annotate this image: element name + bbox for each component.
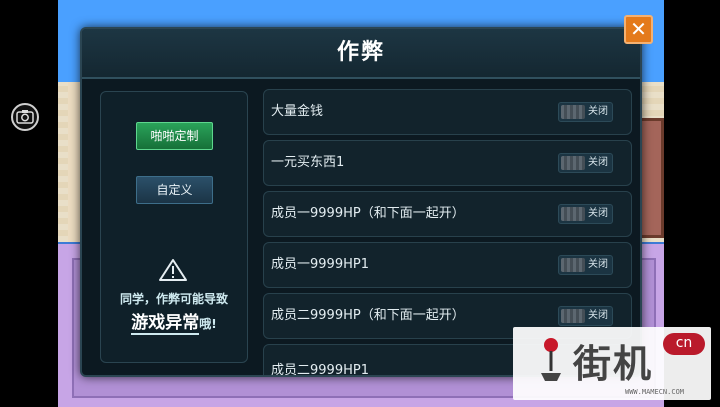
cheat-option-row: 成员一9999HP（和下面一起开） 关闭 (263, 191, 632, 237)
cheat-option-label: 成员一9999HP1 (271, 257, 369, 272)
warning-triangle-icon (159, 259, 187, 281)
toggle-knob (561, 309, 585, 323)
joystick-icon (541, 338, 561, 381)
site-watermark: 街机 cn WWW.MAMECN.COM (513, 327, 711, 400)
cheat-option-row: 成员一9999HP1 关闭 (263, 242, 632, 288)
warning-strong-text: 游戏异常 (131, 313, 200, 335)
cheat-toggle[interactable]: 关闭 (558, 102, 613, 122)
dialog-header: 作弊 (82, 29, 640, 79)
cheat-toggle[interactable]: 关闭 (558, 255, 613, 275)
cheat-option-label: 成员二9999HP（和下面一起开） (271, 308, 465, 323)
watermark-badge: cn (663, 333, 705, 355)
cheat-preset-panel: 啪啪定制 自定义 同学，作弊可能导致 游戏异常哦! (100, 91, 248, 363)
toggle-knob (561, 258, 585, 272)
cheat-dialog: 作弊 啪啪定制 自定义 同学，作弊可能导致 游戏异常哦! 大量金钱 关闭 一元买… (80, 27, 642, 377)
watermark-url: WWW.MAMECN.COM (625, 388, 685, 396)
toggle-knob (561, 156, 585, 170)
warning-suffix-text: 哦! (199, 317, 217, 331)
cheat-option-label: 成员二9999HP1 (271, 363, 369, 377)
cheat-option-row: 大量金钱 关闭 (263, 89, 632, 135)
cheat-toggle[interactable]: 关闭 (558, 204, 613, 224)
cheat-option-label: 成员一9999HP（和下面一起开） (271, 206, 465, 221)
toggle-state: 关闭 (588, 208, 608, 219)
watermark-logo-text: 街机 (573, 341, 654, 386)
cheat-option-row: 一元买东西1 关闭 (263, 140, 632, 186)
warning-emphasis: 游戏异常哦! (101, 308, 247, 335)
toggle-state: 关闭 (588, 106, 608, 117)
custom-cheat-button[interactable]: 自定义 (136, 176, 213, 204)
cheat-option-label: 一元买东西1 (271, 155, 345, 170)
cheat-toggle[interactable]: 关闭 (558, 153, 613, 173)
cheat-toggle[interactable]: 关闭 (558, 306, 613, 326)
preset-cheat-button[interactable]: 啪啪定制 (136, 122, 213, 150)
close-button[interactable]: ✕ (624, 15, 653, 44)
cheat-option-label: 大量金钱 (271, 104, 324, 119)
dialog-title: 作弊 (336, 40, 385, 65)
toggle-knob (561, 207, 585, 221)
toggle-knob (561, 105, 585, 119)
toggle-state: 关闭 (588, 259, 608, 270)
camera-icon[interactable] (11, 103, 39, 131)
toggle-state: 关闭 (588, 310, 608, 321)
warning-text: 同学，作弊可能导致 (119, 292, 228, 306)
toggle-state: 关闭 (588, 157, 608, 168)
